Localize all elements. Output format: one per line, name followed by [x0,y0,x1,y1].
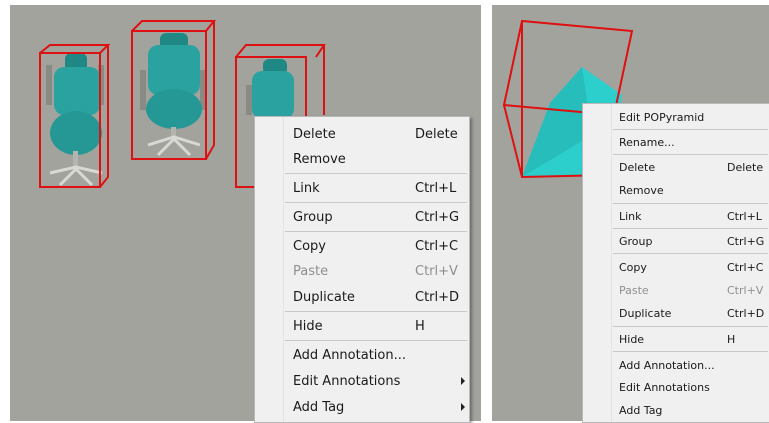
menu-separator [285,311,467,312]
menu-item-label: Copy [619,261,647,274]
menu-item-label: Edit POPyramid [619,111,705,124]
menu-separator [285,173,467,174]
menu-item-label: Remove [293,152,346,167]
menu-item-remove[interactable]: Remove [255,147,469,171]
menu-separator [613,228,768,229]
menu-item-label: Edit Annotations [619,381,710,394]
menu-item-delete[interactable]: Delete Delete [583,156,769,178]
menu-item-label: Link [293,181,320,196]
menu-item-label: Rename... [619,136,675,149]
menu-item-shortcut: Ctrl+C [415,239,459,254]
menu-item-copy[interactable]: Copy Ctrl+C [583,256,769,278]
menu-item-hide[interactable]: Hide H [583,328,769,350]
menu-item-shortcut: Ctrl+L [727,210,762,223]
menu-item-add-annotation[interactable]: Add Annotation... [583,354,769,376]
menu-item-label: Edit Annotations [293,374,401,389]
menu-separator [285,340,467,341]
menu-item-shortcut: Ctrl+L [415,181,457,196]
context-menu-left: Delete Delete Remove Link Ctrl+L Group Ctrl… [254,116,470,423]
menu-item-shortcut: Ctrl+V [727,284,764,297]
menu-item-shortcut: Ctrl+D [415,290,460,305]
menu-separator [613,326,768,327]
menu-item-add-tag[interactable]: Add Tag [255,395,469,419]
menu-item-label: Duplicate [293,290,355,305]
menu-separator [285,231,467,232]
menu-item-edit-popyramid[interactable]: Edit POPyramid [583,106,769,128]
menu-item-label: Group [293,210,333,225]
menu-item-label: Delete [293,127,336,142]
menu-separator [613,351,768,352]
menu-item-link[interactable]: Link Ctrl+L [255,176,469,200]
menu-separator [613,154,768,155]
menu-separator [613,203,768,204]
menu-item-edit-annotations[interactable]: Edit Annotations [583,376,769,398]
menu-item-shortcut: Ctrl+C [727,261,764,274]
menu-item-link[interactable]: Link Ctrl+L [583,205,769,227]
menu-item-shortcut: Ctrl+D [727,307,765,320]
menu-item-shortcut: H [727,333,736,346]
submenu-arrow-icon [461,377,465,385]
menu-item-duplicate[interactable]: Duplicate Ctrl+D [255,285,469,309]
menu-separator [613,129,768,130]
menu-item-paste: Paste Ctrl+V [583,279,769,301]
menu-item-label: Delete [619,161,656,174]
office-chair-1[interactable] [39,44,111,188]
menu-item-group[interactable]: Group Ctrl+G [255,205,469,229]
menu-item-label: Remove [619,184,664,197]
menu-item-label: Group [619,235,653,248]
menu-item-label: Link [619,210,642,223]
menu-item-add-tag[interactable]: Add Tag [583,399,769,421]
menu-item-group[interactable]: Group Ctrl+G [583,230,769,252]
menu-item-label: Hide [293,319,323,334]
menu-item-hide[interactable]: Hide H [255,314,469,338]
menu-item-label: Duplicate [619,307,672,320]
menu-item-remove[interactable]: Remove [583,179,769,201]
office-chair-2[interactable] [131,20,217,160]
menu-separator [285,202,467,203]
menu-item-label: Paste [293,264,329,279]
menu-item-copy[interactable]: Copy Ctrl+C [255,234,469,258]
menu-separator [613,253,768,254]
menu-item-label: Add Annotation... [619,359,715,372]
menu-item-rename[interactable]: Rename... [583,131,769,153]
menu-item-label: Copy [293,239,326,254]
submenu-arrow-icon [461,403,465,411]
menu-item-label: Add Annotation... [293,348,406,363]
menu-item-duplicate[interactable]: Duplicate Ctrl+D [583,302,769,324]
menu-item-label: Add Tag [293,400,345,415]
menu-item-label: Add Tag [619,404,663,417]
context-menu-right: Edit POPyramid Rename... Delete Delete Re… [582,103,769,423]
menu-item-edit-annotations[interactable]: Edit Annotations [255,369,469,393]
menu-item-shortcut: H [415,319,425,334]
menu-item-shortcut: Ctrl+G [727,235,765,248]
menu-item-add-annotation[interactable]: Add Annotation... [255,343,469,367]
menu-item-shortcut: Ctrl+V [415,264,458,279]
menu-item-shortcut: Ctrl+G [415,210,460,225]
menu-item-paste: Paste Ctrl+V [255,259,469,283]
menu-item-shortcut: Delete [415,127,458,142]
menu-item-label: Paste [619,284,649,297]
menu-item-label: Hide [619,333,645,346]
menu-item-shortcut: Delete [727,161,764,174]
menu-item-delete[interactable]: Delete Delete [255,122,469,146]
